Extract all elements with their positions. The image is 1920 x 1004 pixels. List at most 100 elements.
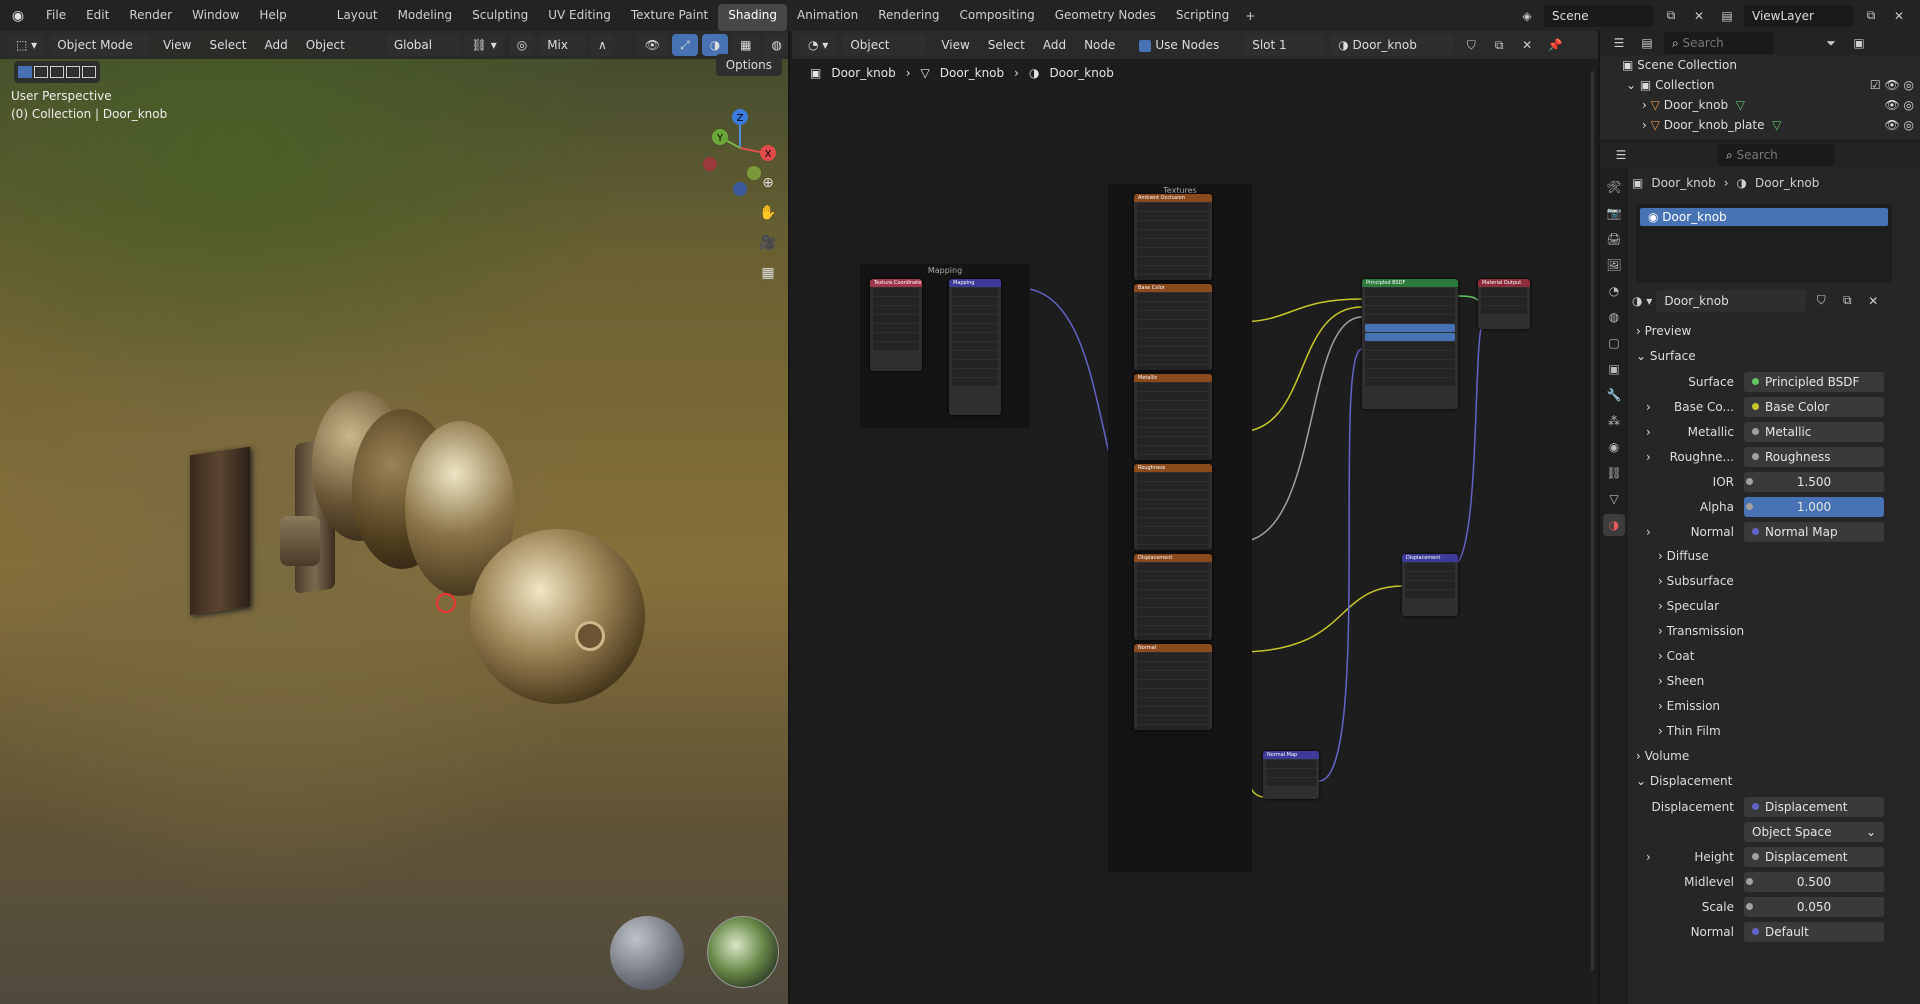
material-output-node[interactable]: Material Output	[1478, 279, 1530, 329]
xray-icon[interactable]: ▦	[732, 34, 760, 56]
property-value[interactable]: 1.500	[1744, 471, 1884, 492]
node-field[interactable]	[1137, 248, 1209, 256]
node-field[interactable]	[1137, 239, 1209, 247]
workspace-tab-scripting[interactable]: Scripting	[1166, 0, 1239, 31]
grid-ortho-icon[interactable]: ▦	[756, 261, 780, 285]
node-field[interactable]	[1137, 266, 1209, 274]
tool-tab-icon[interactable]: 🛠	[1603, 176, 1625, 198]
node-field[interactable]	[1137, 320, 1209, 328]
node-field[interactable]	[1137, 725, 1209, 730]
pan-hand-icon[interactable]: ✋	[756, 201, 780, 225]
overlay-icon[interactable]: ◑	[701, 34, 729, 56]
subpanel-diffuse[interactable]: › Diffuse	[1632, 544, 1920, 569]
node-field[interactable]	[1137, 635, 1209, 640]
node-field[interactable]	[1137, 428, 1209, 436]
workspace-tab-uv-editing[interactable]: UV Editing	[538, 0, 621, 31]
data-tab-icon[interactable]: ▽	[1603, 488, 1625, 510]
subpanel-emission[interactable]: › Emission	[1632, 694, 1920, 719]
node-field[interactable]	[1137, 311, 1209, 319]
workspace-tab-geometry-nodes[interactable]: Geometry Nodes	[1045, 0, 1166, 31]
workspace-tab-modeling[interactable]: Modeling	[388, 0, 463, 31]
scene-field[interactable]: Scene	[1544, 4, 1654, 27]
snapping-icon[interactable]: ⛓ ▾	[463, 34, 505, 56]
node-field[interactable]	[1137, 716, 1209, 724]
node-field[interactable]	[1137, 257, 1209, 265]
property-value[interactable]: Normal Map	[1744, 521, 1884, 542]
proportional-edit-icon[interactable]: ◎	[508, 34, 536, 56]
subpanel-sheen[interactable]: › Sheen	[1632, 669, 1920, 694]
particles-tab-icon[interactable]: ⁂	[1603, 410, 1625, 432]
outliner-type-icon[interactable]: ☰	[1608, 32, 1630, 54]
image-texture-node[interactable]: Base Color	[1134, 284, 1212, 370]
node-field[interactable]	[1137, 626, 1209, 634]
collection-tab-icon[interactable]: ▢	[1603, 332, 1625, 354]
render-tab-icon[interactable]: 📷	[1603, 202, 1625, 224]
gizmo-neg-x-icon[interactable]	[703, 157, 717, 171]
node-field[interactable]	[1137, 662, 1209, 670]
outliner-object-row[interactable]: › ▽ Door_knob_plate ▽ 👁 ◎	[1600, 115, 1920, 135]
subpanel-thin-film[interactable]: › Thin Film	[1632, 719, 1920, 744]
node-field[interactable]	[1137, 698, 1209, 706]
property-value[interactable]: Displacement	[1744, 846, 1884, 867]
expand-icon[interactable]: ›	[1642, 115, 1647, 135]
image-texture-node[interactable]: Ambient Occlusion	[1134, 194, 1212, 280]
scene-collection-row[interactable]: ▣ Scene Collection	[1600, 55, 1920, 75]
node-field[interactable]	[1137, 212, 1209, 220]
node-field[interactable]	[1137, 203, 1209, 211]
3d-cursor-icon[interactable]	[436, 593, 456, 613]
expand-icon[interactable]: ›	[1642, 95, 1647, 115]
node-field[interactable]	[1137, 401, 1209, 409]
property-value[interactable]: Roughness	[1744, 446, 1884, 467]
image-texture-node[interactable]: Roughness	[1134, 464, 1212, 550]
node-field[interactable]	[1137, 608, 1209, 616]
displacement-node[interactable]: Displacement	[1402, 554, 1458, 616]
node-field[interactable]	[1137, 482, 1209, 490]
image-texture-node[interactable]: Displacement	[1134, 554, 1212, 640]
workspace-tab-layout[interactable]: Layout	[327, 0, 388, 31]
blender-logo-icon[interactable]: ◉	[0, 8, 36, 24]
image-texture-node[interactable]: Normal	[1134, 644, 1212, 730]
constraints-tab-icon[interactable]: ⛓	[1603, 462, 1625, 484]
node-field[interactable]	[1137, 707, 1209, 715]
select-invert-icon[interactable]	[66, 66, 80, 78]
node-field[interactable]	[1137, 275, 1209, 280]
node-field[interactable]	[1137, 617, 1209, 625]
camera-icon[interactable]: 🎥	[756, 231, 780, 255]
delete-scene-icon[interactable]: ✕	[1688, 5, 1710, 27]
expand-icon[interactable]: ›	[1632, 450, 1651, 464]
output-tab-icon[interactable]: 🖨	[1603, 228, 1625, 250]
subpanel-subsurface[interactable]: › Subsurface	[1632, 569, 1920, 594]
image-texture-node[interactable]: Metallic	[1134, 374, 1212, 460]
node-field[interactable]	[1137, 437, 1209, 445]
node-field[interactable]	[1137, 473, 1209, 481]
node-field[interactable]	[1137, 671, 1209, 679]
properties-search[interactable]: ⌕ Search	[1718, 144, 1834, 166]
material-slot-list[interactable]: ◉ Door_knob	[1636, 204, 1892, 282]
display-mode-icon[interactable]: ▤	[1636, 32, 1658, 54]
surface-panel[interactable]: ⌄ Surface	[1632, 344, 1920, 369]
node-field[interactable]	[1137, 689, 1209, 697]
node-field[interactable]	[1137, 509, 1209, 517]
object-tab-icon[interactable]: ▣	[1603, 358, 1625, 380]
select-intersect-icon[interactable]	[82, 66, 96, 78]
node-field[interactable]	[1137, 491, 1209, 499]
property-value[interactable]: 0.500	[1744, 871, 1884, 892]
select-subtract-icon[interactable]	[50, 66, 64, 78]
new-scene-icon[interactable]: ⧉	[1660, 5, 1682, 27]
orientation-select[interactable]: Global	[385, 34, 460, 56]
collapse-icon[interactable]: ⌄	[1626, 75, 1636, 95]
object-toggles[interactable]: 👁 ◎	[1884, 95, 1920, 115]
node-field[interactable]	[1137, 347, 1209, 355]
node-field[interactable]	[1137, 221, 1209, 229]
outliner-object-row[interactable]: › ▽ Door_knob ▽ 👁 ◎	[1600, 95, 1920, 115]
node-field[interactable]	[1137, 518, 1209, 526]
node-field[interactable]	[1137, 230, 1209, 238]
node-field[interactable]	[1137, 563, 1209, 571]
subpanel-transmission[interactable]: › Transmission	[1632, 619, 1920, 644]
object-toggles[interactable]: 👁 ◎	[1884, 115, 1920, 135]
view-layer-tab-icon[interactable]: 🖼	[1603, 254, 1625, 276]
new-collection-icon[interactable]: ▣	[1848, 32, 1870, 54]
view-layer-field[interactable]: ViewLayer	[1744, 4, 1854, 27]
workspace-tab-shading[interactable]: Shading	[718, 4, 787, 31]
node-field[interactable]	[1137, 329, 1209, 337]
